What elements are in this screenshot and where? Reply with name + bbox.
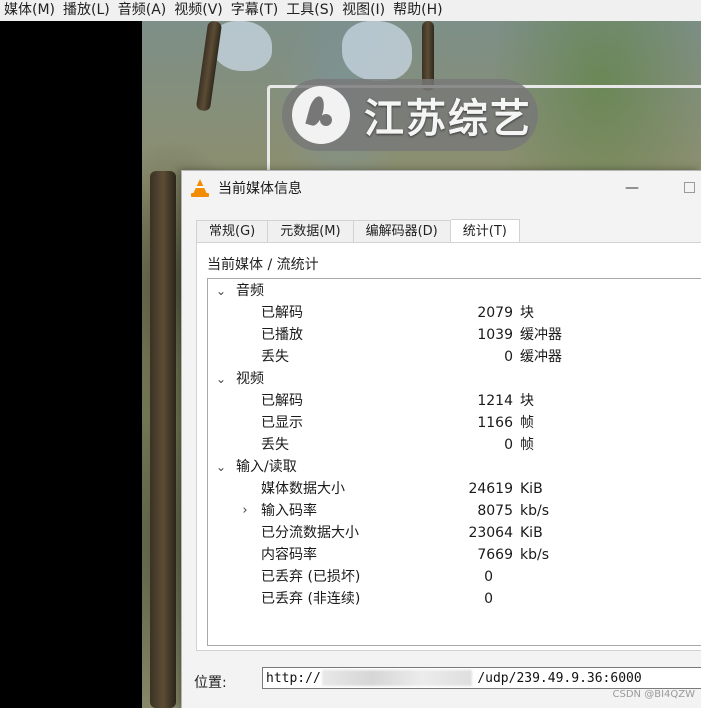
dialog-titlebar[interactable]: 当前媒体信息 —: [182, 171, 701, 205]
video-tree-trunk: [150, 171, 176, 708]
tree-row[interactable]: 已丢弃 (非连续) 0: [208, 588, 701, 610]
menu-playback[interactable]: 播放(L): [61, 0, 116, 21]
chevron-down-icon[interactable]: ⌄: [214, 280, 228, 302]
tab-statistics[interactable]: 统计(T): [450, 219, 520, 243]
maximize-button[interactable]: [684, 182, 695, 193]
stats-tree[interactable]: ⌄ 音频 已解码 2079 块 已播放 1039 缓冲器 丢失 0 缓冲器 ⌄: [207, 278, 701, 646]
tree-row[interactable]: 已解码 2079 块: [208, 302, 701, 324]
tree-row-input-bitrate[interactable]: › 输入码率 8075 kb/s: [208, 500, 701, 522]
menu-view[interactable]: 视图(I): [340, 0, 391, 21]
dialog-title: 当前媒体信息: [218, 181, 302, 197]
menubar: 媒体(M) 播放(L) 音频(A) 视频(V) 字幕(T) 工具(S) 视图(I…: [0, 0, 701, 21]
video-letterbox: [0, 21, 142, 708]
tree-row[interactable]: 媒体数据大小 24619 KiB: [208, 478, 701, 500]
tree-row[interactable]: 已丢弃 (已损坏) 0: [208, 566, 701, 588]
tree-row[interactable]: 内容码率 7669 kb/s: [208, 544, 701, 566]
location-field[interactable]: [262, 667, 701, 689]
tab-metadata[interactable]: 元数据(M): [268, 220, 354, 243]
video-sky-patch: [342, 21, 412, 81]
channel-logo-text: 江苏综艺: [364, 96, 532, 142]
media-info-dialog: 当前媒体信息 — 常规(G) 元数据(M) 编解码器(D) 统计(T) 当前媒体…: [181, 170, 701, 708]
video-tree-trunk: [195, 21, 223, 112]
menu-subtitle[interactable]: 字幕(T): [229, 0, 284, 21]
tree-row[interactable]: 已解码 1214 块: [208, 390, 701, 412]
tab-codec[interactable]: 编解码器(D): [353, 220, 451, 243]
channel-logo: 江苏综艺: [282, 79, 538, 151]
tree-row[interactable]: 丢失 0 帧: [208, 434, 701, 456]
tree-group-audio[interactable]: ⌄ 音频: [208, 280, 701, 302]
chevron-right-icon[interactable]: ›: [238, 500, 252, 522]
statistics-panel: 当前媒体 / 流统计 ⌄ 音频 已解码 2079 块 已播放 1039 缓冲器 …: [196, 242, 701, 651]
vlc-cone-icon: [191, 179, 209, 197]
channel-logo-icon: [292, 86, 350, 144]
tree-row[interactable]: 已分流数据大小 23064 KiB: [208, 522, 701, 544]
menu-video[interactable]: 视频(V): [172, 0, 229, 21]
tab-general[interactable]: 常规(G): [196, 220, 269, 243]
menu-tools[interactable]: 工具(S): [284, 0, 340, 21]
tree-row[interactable]: 已显示 1166 帧: [208, 412, 701, 434]
dialog-tabs: 常规(G) 元数据(M) 编解码器(D) 统计(T): [196, 219, 520, 243]
menu-media[interactable]: 媒体(M): [2, 0, 61, 21]
minimize-button[interactable]: —: [625, 181, 639, 195]
watermark: CSDN @BI4QZW: [612, 689, 695, 700]
tree-group-video[interactable]: ⌄ 视频: [208, 368, 701, 390]
tree-row[interactable]: 已播放 1039 缓冲器: [208, 324, 701, 346]
chevron-down-icon[interactable]: ⌄: [214, 456, 228, 478]
stats-caption: 当前媒体 / 流统计: [207, 257, 319, 273]
tree-group-input[interactable]: ⌄ 输入/读取: [208, 456, 701, 478]
tree-row[interactable]: 丢失 0 缓冲器: [208, 346, 701, 368]
menu-help[interactable]: 帮助(H): [391, 0, 448, 21]
menu-audio[interactable]: 音频(A): [116, 0, 173, 21]
chevron-down-icon[interactable]: ⌄: [214, 368, 228, 390]
location-label: 位置:: [194, 675, 227, 691]
